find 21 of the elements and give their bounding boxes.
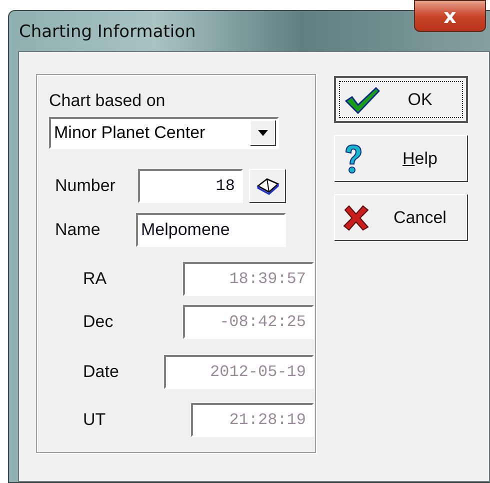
number-field[interactable]: 18 xyxy=(138,169,243,203)
field-label: UT xyxy=(83,410,106,430)
field-label: Date xyxy=(83,362,119,382)
lookup-button[interactable] xyxy=(249,169,286,203)
dropdown-arrow-icon xyxy=(257,129,269,137)
text-field[interactable]: Melpomene xyxy=(136,213,286,247)
dialog-button[interactable]: Cancel xyxy=(334,194,468,241)
window-title: Charting Information xyxy=(18,22,196,42)
field-label: Number xyxy=(55,176,116,196)
field-label: Name xyxy=(55,220,100,240)
field-label: Dec xyxy=(83,312,114,332)
dialog-button[interactable]: Help xyxy=(334,135,468,182)
source-dropdown[interactable]: Minor Planet Center xyxy=(49,117,279,149)
close-button[interactable]: x xyxy=(414,0,486,32)
dialog-button[interactable]: OK xyxy=(334,76,468,123)
question-mark-icon xyxy=(343,144,363,174)
checkmark-icon xyxy=(344,86,380,114)
chart-source-label: Chart based on xyxy=(49,91,166,112)
cross-icon xyxy=(343,204,369,230)
field-label: RA xyxy=(83,268,107,288)
book-icon xyxy=(256,177,280,195)
